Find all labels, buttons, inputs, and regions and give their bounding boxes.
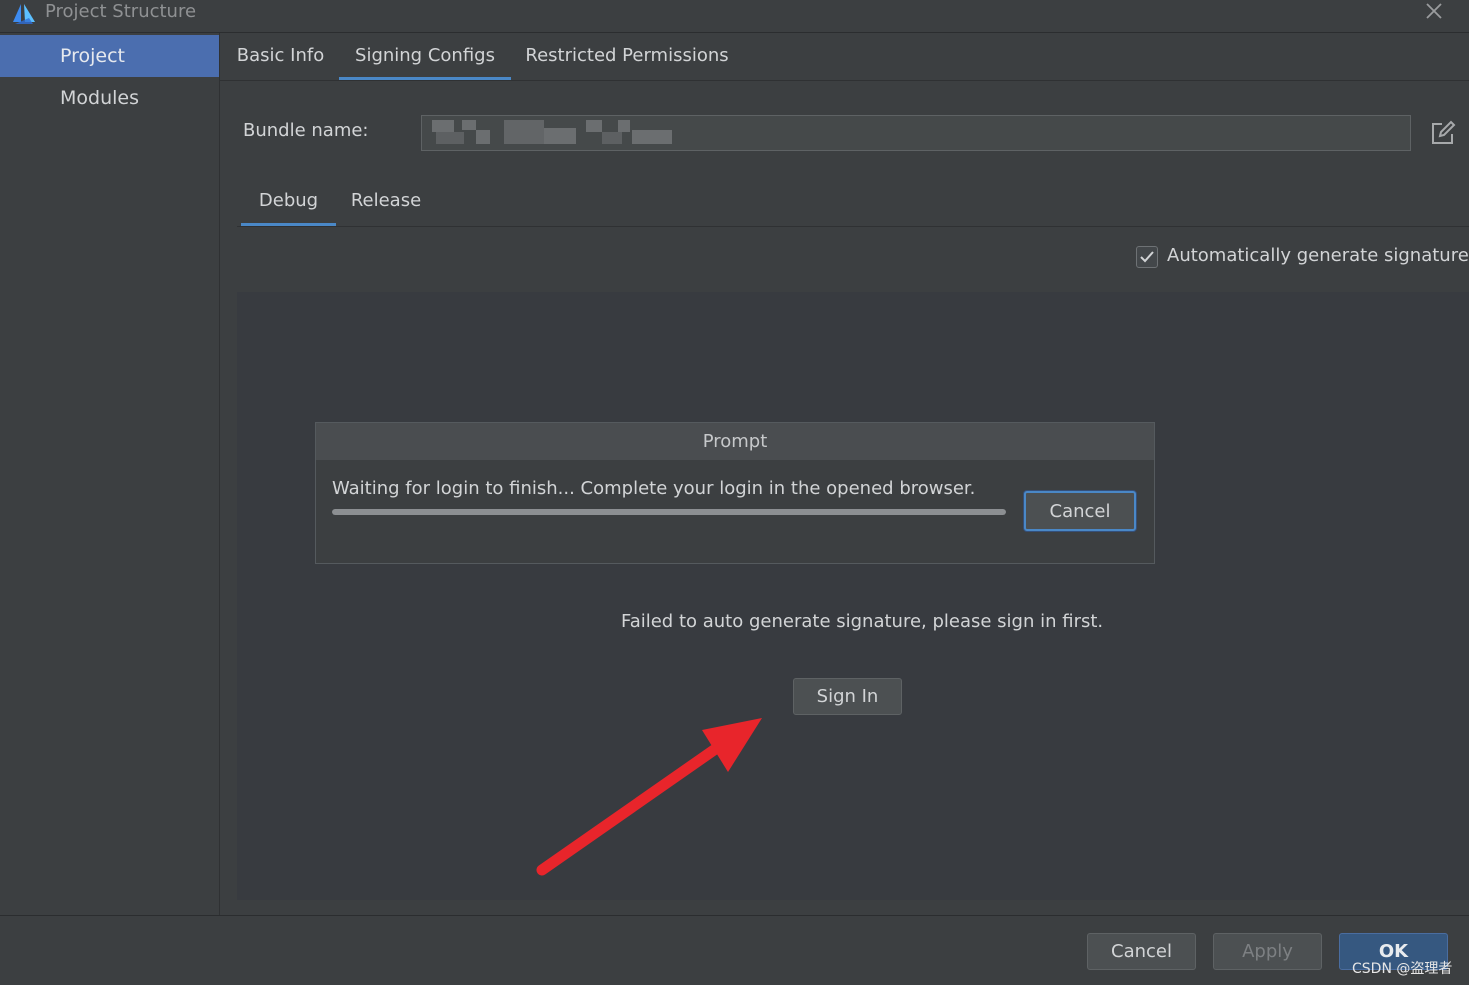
auto-generate-label: Automatically generate signature — [1167, 245, 1469, 266]
signing-panel — [237, 292, 1469, 900]
prompt-message: Waiting for login to finish... Complete … — [332, 478, 976, 499]
progress-fill — [332, 509, 1006, 515]
tab-basic-info[interactable]: Basic Info — [222, 33, 339, 81]
tab-restricted-permissions[interactable]: Restricted Permissions — [518, 33, 736, 81]
sign-in-button[interactable]: Sign In — [793, 678, 902, 715]
sidebar-item-modules[interactable]: Modules — [0, 77, 219, 119]
auto-generate-checkbox[interactable] — [1136, 246, 1158, 268]
redacted-pixel — [602, 132, 622, 144]
bundle-name-field[interactable] — [421, 115, 1411, 151]
tab-debug[interactable]: Debug — [241, 180, 336, 227]
apply-button[interactable]: Apply — [1213, 933, 1322, 970]
redacted-pixel — [436, 132, 464, 144]
redacted-pixel — [586, 120, 602, 132]
watermark-text: CSDN @盗理者 — [1352, 961, 1453, 977]
prompt-cancel-button[interactable]: Cancel — [1024, 491, 1136, 531]
redacted-pixel — [618, 120, 630, 132]
edit-icon[interactable] — [1430, 120, 1456, 146]
sidebar-item-project[interactable]: Project — [0, 35, 219, 77]
redacted-pixel — [632, 130, 672, 144]
checkmark-icon — [1140, 251, 1154, 263]
tab-signing-configs[interactable]: Signing Configs — [339, 33, 511, 81]
login-progress-bar — [332, 509, 1006, 515]
prompt-title: Prompt — [316, 423, 1154, 460]
app-logo-icon — [13, 4, 35, 24]
subtabs-divider — [237, 226, 1469, 227]
sidebar: Project Modules — [0, 33, 220, 915]
red-arrow-annotation — [536, 718, 762, 876]
close-icon[interactable] — [1423, 0, 1445, 22]
tabs-divider — [220, 80, 1469, 81]
window-title: Project Structure — [45, 1, 197, 22]
bundle-name-label: Bundle name: — [243, 120, 369, 141]
title-bar — [0, 0, 1469, 33]
signature-error-message: Failed to auto generate signature, pleas… — [621, 611, 1104, 632]
prompt-dialog: Prompt Waiting for login to finish... Co… — [315, 422, 1155, 564]
redacted-pixel — [504, 120, 544, 144]
cancel-button[interactable]: Cancel — [1087, 933, 1196, 970]
redacted-pixel — [476, 130, 490, 144]
redacted-pixel — [462, 120, 476, 130]
redacted-pixel — [544, 128, 576, 144]
redacted-pixel — [432, 120, 454, 132]
tab-release[interactable]: Release — [342, 180, 430, 227]
footer-divider — [0, 915, 1469, 916]
